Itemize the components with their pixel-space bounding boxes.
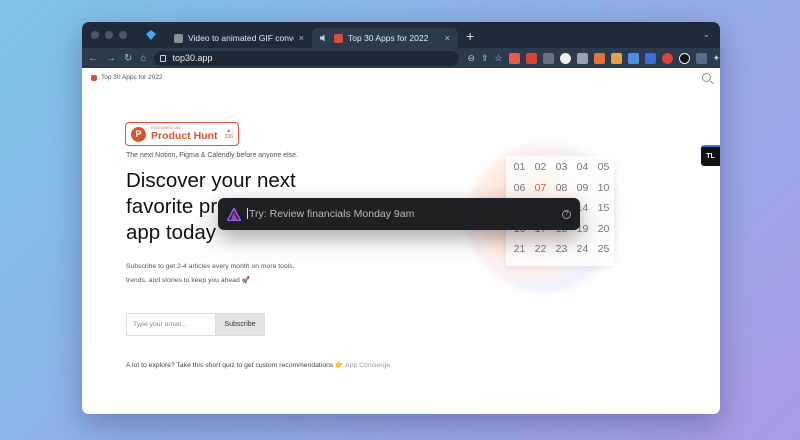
subtitle: Subscribe to get 2-4 articles every mont… <box>126 260 356 288</box>
site-logo-icon <box>91 74 97 81</box>
extension-icon[interactable] <box>678 52 690 64</box>
pinned-tab[interactable] <box>136 22 166 48</box>
toolbar-icons: ⊖ ⇪ ☆ ✦ <box>467 52 720 64</box>
extension-icon[interactable] <box>610 52 622 64</box>
tab-gif-converter[interactable]: Video to animated GIF convert × <box>166 28 312 48</box>
quiz-prompt: A lot to explore? Take this short quiz t… <box>126 361 390 369</box>
tab-top30[interactable]: Top 30 Apps for 2022 × <box>312 28 458 48</box>
calendar-day: 20 <box>597 222 610 235</box>
calendar-day: 22 <box>534 243 547 255</box>
product-hunt-badge[interactable]: P FEATURED ON Product Hunt ▲ 336 <box>125 122 239 146</box>
extension-icon[interactable] <box>559 52 571 64</box>
tab-bar: Video to animated GIF convert × Top 30 A… <box>82 22 720 48</box>
calendar-day: 01 <box>513 161 526 173</box>
close-window-button[interactable] <box>91 31 99 39</box>
email-input[interactable] <box>126 313 216 336</box>
tab-title: Top 30 Apps for 2022 <box>348 33 429 43</box>
speaker-icon <box>320 34 325 42</box>
lock-icon <box>160 54 167 62</box>
bookmark-star-icon[interactable]: ☆ <box>495 53 503 64</box>
tab-close-icon[interactable]: × <box>299 33 304 43</box>
window-controls <box>82 31 136 39</box>
calendar-day: 04 <box>576 161 589 173</box>
new-tab-button[interactable]: + <box>466 28 474 44</box>
calendar-day: 09 <box>576 181 589 194</box>
calendar-day: 21 <box>513 243 526 255</box>
share-icon[interactable]: ⇪ <box>481 53 489 64</box>
side-extension-badge[interactable]: TL <box>701 145 720 166</box>
command-bar[interactable]: Try: Review financials Monday 9am ? <box>218 198 580 230</box>
tab-favicon-icon <box>174 33 183 43</box>
calendar-day: 07 <box>534 181 547 194</box>
tagline: The next Notion, Figma & Calendly before… <box>126 152 298 159</box>
app-concierge-link[interactable]: App Concierge <box>345 362 390 369</box>
zoom-icon[interactable]: ⊖ <box>467 53 475 64</box>
site-header: Top 30 Apps for 2022 <box>91 74 162 81</box>
product-hunt-votes: ▲ 336 <box>225 128 233 140</box>
calendar-day: 24 <box>576 243 589 255</box>
text-caret <box>247 208 248 219</box>
extension-icon[interactable] <box>542 52 554 64</box>
extension-icon[interactable] <box>661 52 673 64</box>
url-text: top30.app <box>172 53 213 63</box>
calendar-day: 06 <box>513 181 526 194</box>
product-hunt-logo-icon: P <box>131 126 146 142</box>
product-hunt-text: FEATURED ON Product Hunt <box>151 126 218 142</box>
extension-icon[interactable] <box>576 52 588 64</box>
search-icon[interactable] <box>702 73 711 82</box>
forward-button[interactable]: → <box>106 53 116 64</box>
tab-close-icon[interactable]: × <box>445 33 450 43</box>
calendar-day: 02 <box>534 161 547 173</box>
calendar-day: 03 <box>555 161 568 173</box>
tab-title: Video to animated GIF convert <box>188 33 294 43</box>
command-placeholder: Try: Review financials Monday 9am <box>249 208 415 220</box>
help-icon[interactable]: ? <box>562 209 571 219</box>
product-hunt-name: Product Hunt <box>151 129 218 142</box>
extension-icon[interactable] <box>508 52 520 64</box>
tab-search-chevron-icon[interactable]: ⌄ <box>702 29 710 40</box>
extension-icon[interactable] <box>644 52 656 64</box>
calendar-day: 10 <box>597 181 610 194</box>
extension-icon[interactable] <box>525 52 537 64</box>
app-logo-icon <box>227 207 241 221</box>
hero-line: Discover your next <box>126 169 296 192</box>
subtitle-line: Subscribe to get 2-4 articles every mont… <box>126 263 295 270</box>
address-bar[interactable]: top30.app <box>154 50 460 66</box>
site-title: Top 30 Apps for 2022 <box>101 74 163 81</box>
command-input[interactable]: Try: Review financials Monday 9am <box>247 208 556 220</box>
zoom-window-button[interactable] <box>119 31 127 39</box>
diamond-icon <box>146 30 156 40</box>
calendar-day: 05 <box>597 161 610 173</box>
minimize-window-button[interactable] <box>105 31 113 39</box>
quiz-text: A lot to explore? Take this short quiz t… <box>126 362 346 369</box>
extensions-puzzle-icon[interactable]: ✦ <box>713 53 720 64</box>
browser-toolbar: ← → ↻ ⌂ top30.app ⊖ ⇪ ☆ ✦ <box>82 48 720 68</box>
extension-icon[interactable] <box>627 52 639 64</box>
extension-icon[interactable] <box>593 52 605 64</box>
subtitle-line: trends, and stories to keep you ahead 🚀 <box>126 276 251 284</box>
home-button[interactable]: ⌂ <box>140 53 146 64</box>
calendar-day: 23 <box>555 243 568 255</box>
calendar-day: 25 <box>597 243 610 255</box>
reload-button[interactable]: ↻ <box>124 53 132 64</box>
web-page: Top 30 Apps for 2022 P FEATURED ON Produ… <box>82 68 720 414</box>
back-button[interactable]: ← <box>88 53 98 64</box>
vote-count: 336 <box>224 134 233 140</box>
extension-icon[interactable] <box>695 52 707 64</box>
calendar-day: 08 <box>555 181 568 194</box>
calendar-day: 15 <box>597 202 610 214</box>
subscribe-button[interactable]: Subscribe <box>215 313 265 336</box>
tab-favicon-icon <box>334 33 343 43</box>
